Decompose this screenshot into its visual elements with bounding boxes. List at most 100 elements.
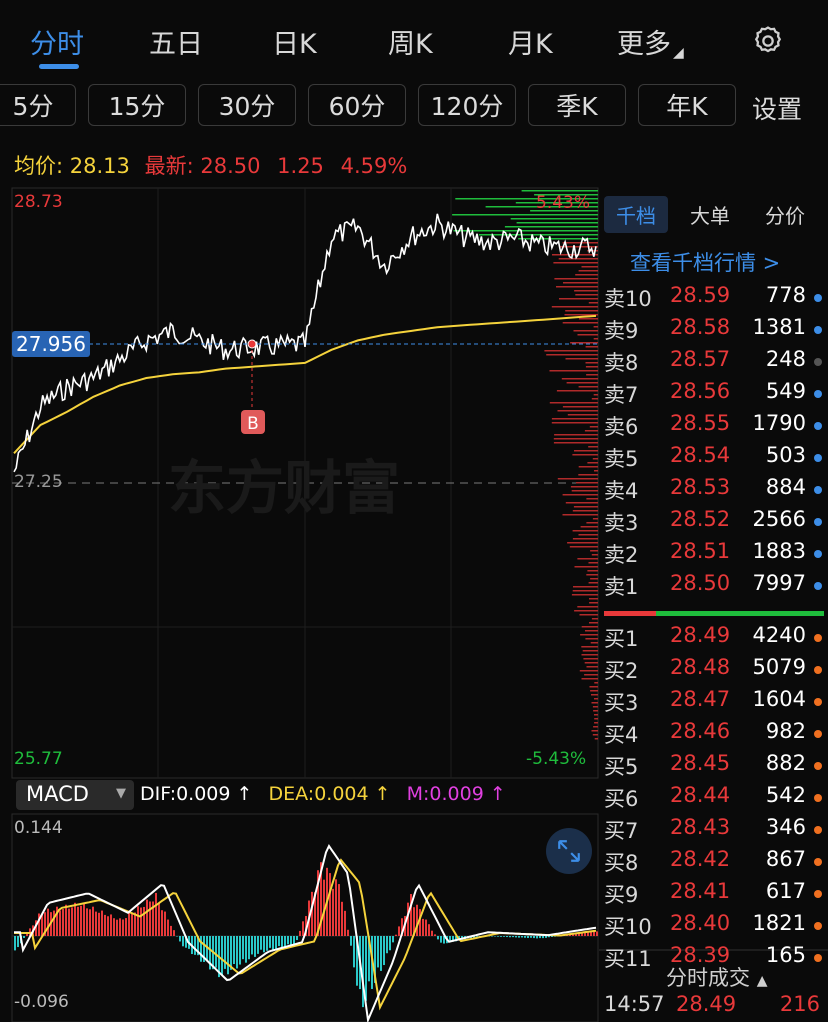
volume-bar (591, 554, 598, 556)
bid-row[interactable]: 买7 28.43 346 (604, 815, 826, 847)
bid-row[interactable]: 买4 28.46 982 (604, 719, 826, 751)
volume-bar (581, 646, 598, 648)
macd-bar (512, 936, 514, 938)
ask-row[interactable]: 卖2 28.51 1883 (604, 539, 826, 571)
level-label: 卖3 (604, 511, 639, 535)
volume-bar (586, 522, 598, 524)
macd-bar (92, 906, 94, 936)
level-price: 28.50 (670, 571, 731, 595)
bid-row[interactable]: 买5 28.45 882 (604, 751, 826, 783)
level-label: 卖5 (604, 447, 639, 471)
level-dot (814, 518, 822, 526)
m-value: M:0.009 (406, 783, 484, 805)
macd-bar (542, 936, 544, 939)
tab-price-distribution[interactable]: 分价 (765, 200, 805, 229)
volume-bar (587, 570, 598, 572)
ask-row[interactable]: 卖6 28.55 1790 (604, 411, 826, 443)
macd-bar (143, 906, 145, 936)
macd-bar (131, 913, 133, 936)
volume-bar (594, 722, 598, 724)
volume-bar (563, 282, 598, 284)
bid-row[interactable]: 买9 28.41 617 (604, 879, 826, 911)
macd-bar (149, 901, 151, 936)
tab-depth[interactable]: 千档 (604, 196, 668, 233)
volume-bar (581, 678, 598, 680)
volume-bar (581, 654, 598, 656)
volume-bar (558, 258, 598, 260)
macd-bar (539, 936, 541, 939)
volume-bar (549, 370, 598, 372)
level-price: 28.57 (670, 347, 731, 371)
caret-down-icon: ▼ (116, 786, 126, 801)
volume-bar (585, 630, 598, 632)
macd-bar (47, 908, 49, 936)
indicator-select[interactable]: MACD ▼ (16, 780, 134, 810)
macd-bar (77, 906, 79, 936)
macd-bar (95, 911, 97, 936)
macd-bar (230, 936, 232, 970)
volume-bar (453, 230, 598, 232)
volume-bar (590, 550, 598, 552)
macd-bar (23, 936, 25, 938)
volume-bar (575, 294, 598, 296)
level-volume: 982 (765, 719, 806, 743)
macd-bar (383, 936, 385, 966)
macd-bar (353, 936, 355, 968)
bid-row[interactable]: 买1 28.49 4240 (604, 623, 826, 655)
ask-row[interactable]: 卖5 28.54 503 (604, 443, 826, 475)
level-price: 28.58 (670, 315, 731, 339)
volume-bar (579, 670, 598, 672)
volume-bar (589, 598, 598, 600)
ask-row[interactable]: 卖1 28.50 7997 (604, 571, 826, 603)
macd-y-high: 0.144 (14, 818, 63, 838)
bid-row[interactable]: 买8 28.42 867 (604, 847, 826, 879)
macd-bar (527, 936, 529, 939)
macd-bar (116, 919, 118, 936)
level-label: 买1 (604, 627, 639, 651)
level-volume: 346 (765, 815, 806, 839)
view-depth-link[interactable]: 查看千档行情 > (630, 247, 780, 277)
ask-row[interactable]: 卖10 28.59 778 (604, 283, 826, 315)
macd-histogram (14, 862, 598, 1008)
volume-bar (578, 534, 598, 536)
ticks-header[interactable]: 分时成交 ▲ (666, 962, 767, 992)
volume-bar (577, 334, 598, 336)
macd-bar (248, 936, 250, 960)
level-volume: 884 (765, 475, 806, 499)
macd-bar (518, 936, 520, 938)
volume-bar (589, 686, 598, 688)
bid-row[interactable]: 买2 28.48 5079 (604, 655, 826, 687)
macd-bar (239, 936, 241, 965)
volume-bar (591, 694, 598, 696)
macd-bar (530, 936, 532, 938)
macd-bar (275, 936, 277, 949)
level-label: 卖2 (604, 543, 639, 567)
bid-row[interactable]: 买10 28.40 1821 (604, 911, 826, 943)
macd-bar (140, 907, 142, 936)
macd-bar (497, 936, 499, 937)
bid-row[interactable]: 买3 28.47 1604 (604, 687, 826, 719)
ask-row[interactable]: 卖9 28.58 1381 (604, 315, 826, 347)
macd-bar (335, 879, 337, 936)
ask-row[interactable]: 卖8 28.57 248 (604, 347, 826, 379)
volume-bar (562, 406, 598, 408)
tab-big-orders[interactable]: 大单 (690, 200, 730, 229)
macd-bar (299, 930, 301, 936)
level-volume: 1790 (752, 411, 806, 435)
ask-row[interactable]: 卖4 28.53 884 (604, 475, 826, 507)
volume-bar (556, 286, 598, 288)
bid-row[interactable]: 买6 28.44 542 (604, 783, 826, 815)
macd-bar (398, 926, 400, 936)
expand-button[interactable] (546, 828, 592, 874)
volume-bar (572, 590, 598, 592)
volume-bar (562, 322, 598, 324)
ask-row[interactable]: 卖3 28.52 2566 (604, 507, 826, 539)
ask-row[interactable]: 卖7 28.56 549 (604, 379, 826, 411)
y-axis-low: 25.77 (14, 749, 63, 769)
indicator-select-label: MACD (26, 782, 89, 806)
macd-bar (251, 936, 253, 955)
macd-bar (62, 908, 64, 936)
volume-bar (588, 562, 598, 564)
macd-bar (137, 906, 139, 936)
volume-bar (594, 698, 598, 700)
